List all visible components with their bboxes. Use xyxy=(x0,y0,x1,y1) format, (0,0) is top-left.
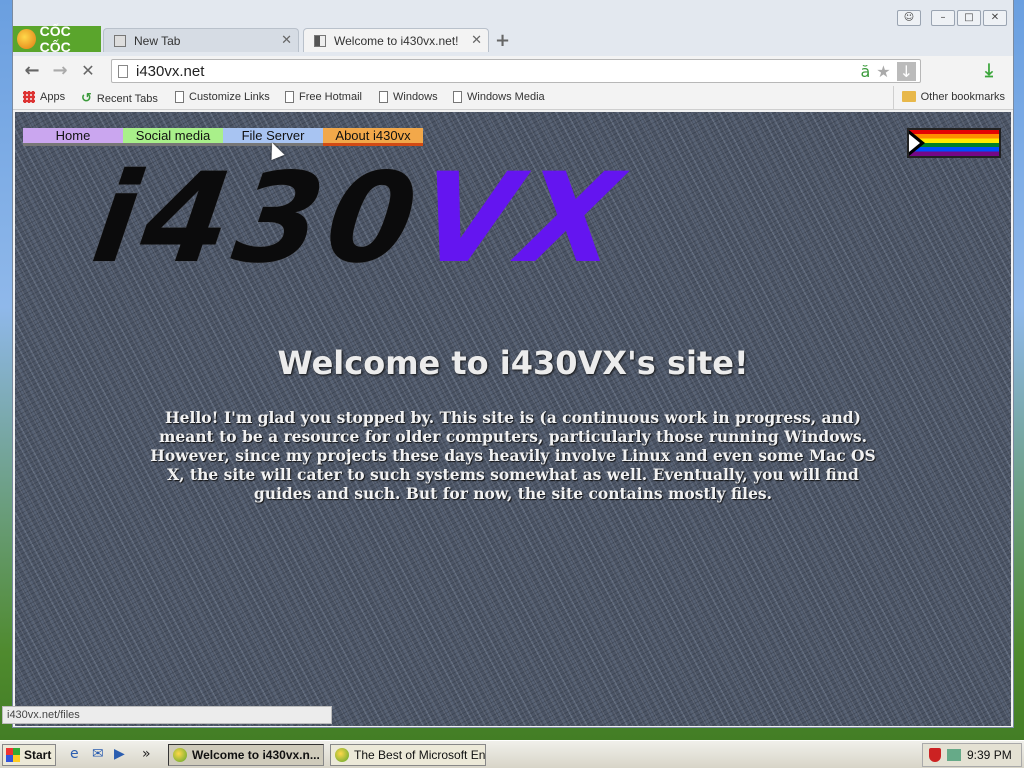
tab-label: Welcome to i430vx.net! xyxy=(334,33,459,48)
save-video-icon[interactable]: ↓ xyxy=(896,62,916,81)
bookmark-apps[interactable]: Apps xyxy=(23,91,65,103)
star-icon[interactable]: ★ xyxy=(876,62,890,81)
url-text[interactable]: i430vx.net xyxy=(136,63,204,80)
bookmarks-bar: Apps ↺ Recent Tabs Customize Links Free … xyxy=(13,86,1013,110)
task-best-of-microsoft[interactable]: The Best of Microsoft En... xyxy=(330,744,486,766)
progress-pride-flag xyxy=(907,128,1001,158)
bookmark-windows[interactable]: Windows xyxy=(379,91,438,103)
close-icon[interactable]: ✕ xyxy=(471,33,482,48)
page-icon xyxy=(453,91,462,103)
logo-text-purple: VX xyxy=(410,147,635,291)
download-icon[interactable]: ⤓ xyxy=(985,60,993,81)
network-icon[interactable] xyxy=(947,749,961,761)
task-label: Welcome to i430vx.n... xyxy=(192,748,320,762)
site-nav: Home Social media File Server About i430… xyxy=(23,128,423,146)
close-window-button[interactable]: ✕ xyxy=(983,10,1007,26)
coccoc-icon xyxy=(335,748,349,762)
page-icon xyxy=(114,34,126,47)
bookmark-label: Free Hotmail xyxy=(299,91,362,103)
bookmark-label: Windows Media xyxy=(467,91,545,103)
task-welcome[interactable]: Welcome to i430vx.n... xyxy=(168,744,324,766)
address-bar[interactable]: i430vx.net ă ★ ↓ xyxy=(111,59,921,83)
system-tray: 9:39 PM xyxy=(922,743,1022,767)
coccoc-icon xyxy=(173,748,187,762)
bookmark-free-hotmail[interactable]: Free Hotmail xyxy=(285,91,362,103)
flag-chevron-inner xyxy=(909,134,920,152)
back-button[interactable]: ← xyxy=(21,61,43,81)
tab-label: New Tab xyxy=(134,33,181,48)
logo-text-dark: i430 xyxy=(84,147,431,291)
clock[interactable]: 9:39 PM xyxy=(967,748,1012,762)
other-bookmarks-label: Other bookmarks xyxy=(920,91,1005,103)
bookmark-label: Apps xyxy=(40,91,66,103)
toolbar: ← → ✕ i430vx.net ă ★ ↓ ⤓ xyxy=(13,56,1013,86)
quick-launch-overflow-icon[interactable]: » xyxy=(142,746,151,762)
bookmark-label: Recent Tabs xyxy=(96,92,158,105)
stop-button[interactable]: ✕ xyxy=(77,61,99,81)
new-tab-button[interactable]: + xyxy=(495,30,510,51)
nav-home[interactable]: Home xyxy=(23,128,123,146)
bookmark-label: Customize Links xyxy=(189,91,270,103)
page-viewport: Home Social media File Server About i430… xyxy=(15,112,1011,726)
close-icon[interactable]: ✕ xyxy=(281,33,292,48)
page-title: Welcome to i430VX's site! xyxy=(277,344,749,382)
browser-window: CỐC CỐC New Tab ✕ Welcome to i430vx.net!… xyxy=(12,0,1014,728)
folder-icon xyxy=(901,91,916,102)
window-controls: ☺ – □ ✕ xyxy=(897,10,1007,26)
tab-welcome[interactable]: Welcome to i430vx.net! ✕ xyxy=(303,28,489,52)
site-favicon-icon xyxy=(314,34,326,47)
minimize-button[interactable]: – xyxy=(931,10,955,26)
taskbar: Start e ✉ ▶ » Welcome to i430vx.n... The… xyxy=(0,740,1024,768)
outlook-express-icon[interactable]: ✉ xyxy=(92,746,104,762)
media-player-icon[interactable]: ▶ xyxy=(114,746,125,762)
tab-new-tab[interactable]: New Tab ✕ xyxy=(103,28,299,52)
bookmark-label: Windows xyxy=(393,91,438,103)
bookmark-windows-media[interactable]: Windows Media xyxy=(453,91,545,103)
page-icon xyxy=(379,91,388,103)
other-bookmarks[interactable]: Other bookmarks xyxy=(892,86,1013,109)
page-icon xyxy=(285,91,294,103)
apps-icon xyxy=(23,91,35,103)
user-icon[interactable]: ☺ xyxy=(897,10,921,26)
windows-logo-icon xyxy=(6,748,20,762)
task-label: The Best of Microsoft En... xyxy=(354,748,486,762)
internet-explorer-icon[interactable]: e xyxy=(70,746,79,762)
bookmark-customize-links[interactable]: Customize Links xyxy=(175,91,270,103)
recent-tabs-icon: ↺ xyxy=(81,91,92,106)
coccoc-logo-icon xyxy=(17,29,36,49)
forward-button[interactable]: → xyxy=(49,61,71,81)
intro-paragraph: Hello! I'm glad you stopped by. This sit… xyxy=(150,408,876,503)
start-button[interactable]: Start xyxy=(2,744,56,766)
security-shield-icon[interactable] xyxy=(929,748,941,762)
site-logo: i430VX xyxy=(85,147,842,291)
status-bubble: i430vx.net/files xyxy=(2,706,332,724)
nav-social-media[interactable]: Social media xyxy=(123,128,223,146)
start-label: Start xyxy=(24,748,52,762)
brand-logo[interactable]: CỐC CỐC xyxy=(13,23,101,55)
omnibox-actions: ă ★ ↓ xyxy=(860,62,916,81)
nav-about[interactable]: About i430vx xyxy=(323,128,423,146)
coccoc-dictionary-icon[interactable]: ă xyxy=(860,62,870,81)
page-icon xyxy=(175,91,184,103)
brand-name: CỐC CỐC xyxy=(39,23,71,55)
bookmark-recent-tabs[interactable]: ↺ Recent Tabs xyxy=(81,91,158,106)
tab-strip: CỐC CỐC New Tab ✕ Welcome to i430vx.net!… xyxy=(13,0,1013,56)
maximize-button[interactable]: □ xyxy=(957,10,981,26)
page-icon xyxy=(118,64,128,78)
